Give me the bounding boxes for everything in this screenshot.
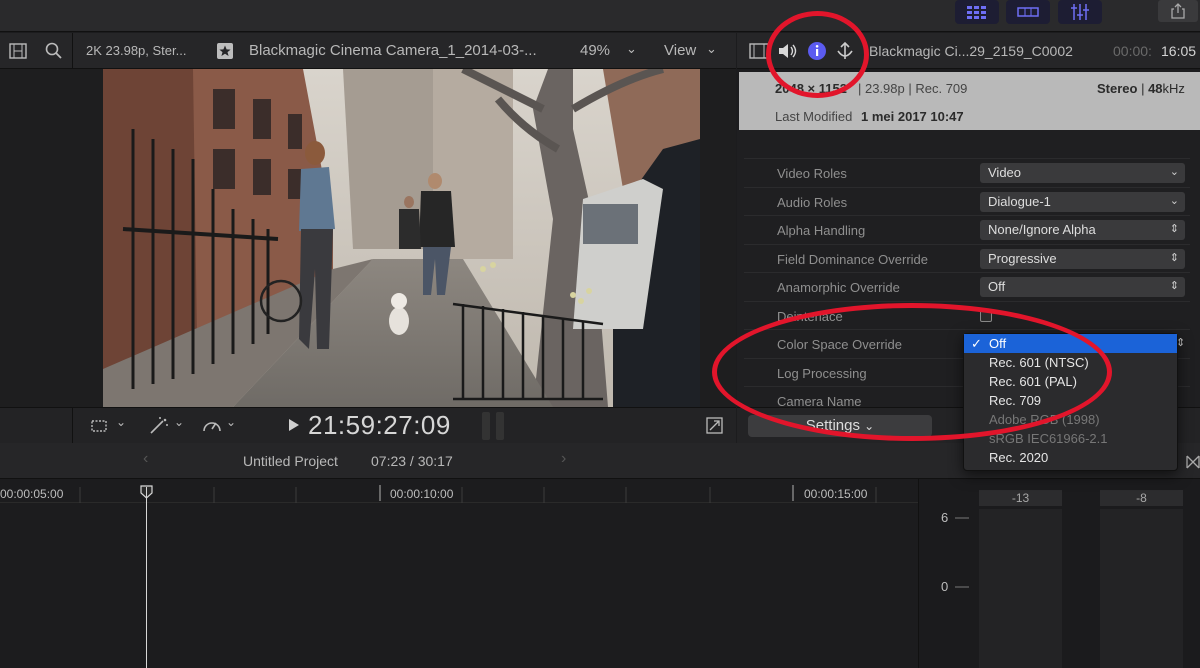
playhead[interactable]	[146, 487, 147, 668]
property-select[interactable]: Video ⌄	[980, 163, 1185, 183]
share-button[interactable]	[1158, 0, 1198, 22]
viewer-timecode: 21:59:27:09	[308, 410, 451, 440]
back-chevron-icon[interactable]: ‹	[143, 450, 148, 468]
fullscreen-icon[interactable]	[706, 417, 723, 434]
chevron-down-icon[interactable]: ⌄	[116, 415, 126, 429]
property-label: Audio Roles	[777, 194, 848, 210]
favorite-icon	[217, 43, 233, 59]
meter-scale-ticks	[955, 517, 969, 588]
close-index-icon[interactable]	[1186, 455, 1200, 469]
inspector-timecode: 16:05	[1161, 43, 1197, 59]
last-modified-value: 1 mei 2017 10:47	[861, 109, 964, 124]
peak-left: -13	[979, 490, 1062, 506]
play-icon[interactable]	[288, 418, 300, 432]
property-value: Progressive	[988, 250, 1057, 266]
sliders-icon	[1071, 4, 1089, 20]
inspector-clip-name: Blackmagic Ci...29_2159_C0002	[869, 43, 1073, 59]
clip-format-meta: | 23.98p | Rec. 709	[858, 81, 968, 96]
dropdown-option[interactable]: Rec. 2020	[964, 448, 1177, 467]
clip-audio-info: Stereo | 48kHz	[1097, 81, 1185, 96]
top-toolbar	[0, 0, 1200, 32]
select-arrow-icon: ⇕	[1169, 280, 1179, 292]
filmstrip-icon	[1017, 7, 1039, 17]
property-row: Field Dominance Override Progressive ⇕	[744, 243, 1190, 272]
inspector-timecode-prefix: 00:00:	[1113, 43, 1152, 59]
grid-icon	[967, 6, 986, 19]
dropdown-option-label: Rec. 2020	[989, 450, 1049, 465]
audio-meter-mini-right	[496, 412, 504, 440]
property-label: Field Dominance Override	[777, 251, 929, 267]
chevron-down-icon[interactable]: ⌄	[626, 41, 637, 57]
timeline-toggle-button[interactable]	[1006, 0, 1050, 24]
transform-icon[interactable]	[90, 418, 108, 434]
select-arrow-icon: ⌄	[1169, 194, 1179, 207]
viewer-left-margin	[0, 69, 103, 407]
select-arrow-icon: ⌄	[1169, 166, 1179, 178]
audio-meters: -13 -8 6 0	[918, 479, 1200, 668]
clip-title: Blackmagic Cinema Camera_1_2014-03-...	[249, 42, 537, 59]
property-select[interactable]: Off ⇕	[980, 277, 1185, 297]
search-icon[interactable]	[45, 42, 62, 59]
property-row: Audio Roles Dialogue-1 ⌄	[744, 186, 1190, 215]
audio-unit: kHz	[1162, 81, 1185, 96]
property-label: Video Roles	[777, 166, 847, 181]
peak-right: -8	[1100, 490, 1183, 506]
property-row: Video Roles Video ⌄	[744, 158, 1190, 186]
annotation-circle-inspector-icons	[766, 11, 869, 98]
view-menu[interactable]: View	[664, 42, 696, 59]
property-row: Anamorphic Override Off ⇕	[744, 272, 1190, 300]
audio-channels: Stereo	[1097, 81, 1138, 96]
property-label: Alpha Handling	[777, 223, 866, 238]
meter-scale-label: 0	[941, 579, 949, 594]
video-frame-image	[103, 69, 700, 407]
inspector-toggle-button[interactable]	[1058, 0, 1102, 24]
dropdown-option-label: sRGB IEC61966-2.1	[989, 431, 1108, 446]
forward-chevron-icon[interactable]: ›	[561, 450, 566, 468]
property-select[interactable]: Dialogue-1 ⌄	[980, 191, 1185, 212]
property-label: Anamorphic Override	[777, 280, 900, 295]
last-modified-label: Last Modified	[775, 109, 853, 124]
timeline-ruler[interactable]: 00:00:05:00 00:00:10:00 00:00:15:00	[0, 479, 918, 503]
format-label: 2K 23.98p, Ster...	[86, 43, 187, 58]
chevron-down-icon[interactable]: ⌄	[226, 415, 236, 429]
timeline-tracks[interactable]	[0, 503, 918, 668]
project-name: Untitled Project	[243, 453, 338, 469]
share-icon	[1171, 3, 1185, 19]
audio-rate: 48	[1148, 81, 1163, 96]
audio-separator: |	[1137, 81, 1149, 96]
property-value: None/Ignore Alpha	[988, 222, 1096, 237]
property-value: Off	[988, 279, 1006, 294]
browser-toggle-button[interactable]	[955, 0, 999, 24]
zoom-level[interactable]: 49%	[580, 42, 610, 59]
property-value: Video	[988, 165, 1022, 180]
ruler-ticks	[79, 485, 877, 503]
select-arrow-icon: ⇕	[1169, 251, 1179, 264]
chevron-down-icon[interactable]: ⌄	[174, 415, 184, 429]
annotation-circle-color-space	[712, 303, 1112, 441]
property-value: Dialogue-1	[988, 193, 1051, 209]
speed-gauge-icon[interactable]	[202, 417, 222, 435]
enhance-wand-icon[interactable]	[148, 417, 170, 435]
property-select[interactable]: None/Ignore Alpha ⇕	[980, 220, 1185, 240]
property-row: Alpha Handling None/Ignore Alpha ⇕	[744, 215, 1190, 243]
project-duration: 07:23 / 30:17	[371, 453, 453, 469]
select-arrow-icon: ⇕	[1169, 223, 1179, 235]
viewer-header: 2K 23.98p, Ster... Blackmagic Cinema Cam…	[0, 33, 736, 69]
divider	[72, 33, 73, 69]
filmstrip-icon[interactable]	[9, 43, 27, 59]
video-frame[interactable]	[103, 69, 700, 407]
chevron-down-icon[interactable]: ⌄	[706, 41, 717, 57]
property-select[interactable]: Progressive ⇕	[980, 248, 1185, 269]
audio-meter-mini-left	[482, 412, 490, 440]
meter-scale-label: 6	[941, 510, 949, 525]
